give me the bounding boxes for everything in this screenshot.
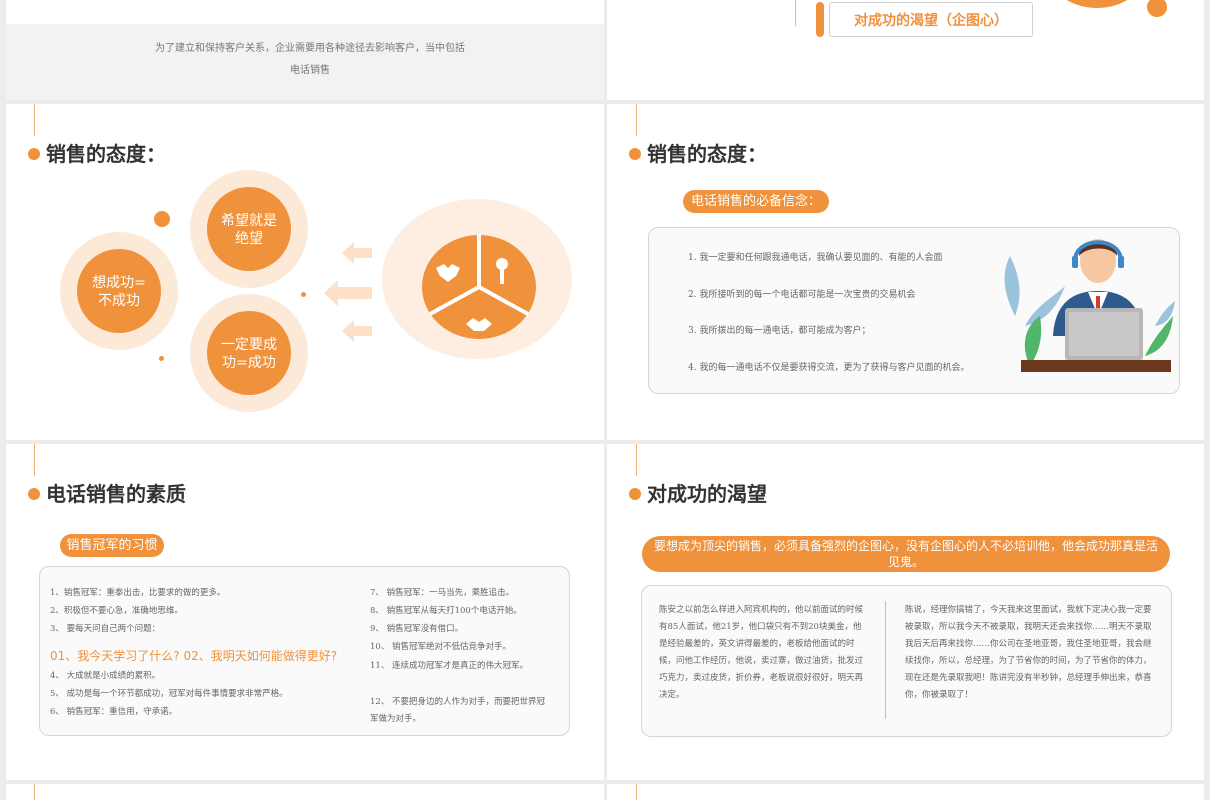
bullet-dot bbox=[28, 487, 40, 500]
deco-small-circle bbox=[1147, 0, 1167, 17]
circle-top-text: 希望就是 绝望 bbox=[221, 213, 277, 247]
bullet-dot bbox=[28, 147, 40, 160]
story-right-text: 陈说，经理你搞错了，今天我来这里面试，我就下定决心我一定要被录取，所以我今天不被… bbox=[905, 605, 1152, 700]
habit-item: 6、 销售冠军：重信用，守承诺。 bbox=[50, 707, 178, 717]
slide-caption: 为了建立和保持客户关系，企业需要用各种途径去影响客户，当中包括电话销售 bbox=[155, 43, 465, 76]
belief-item: 2. 我所接听到的每一个电话都可能是一次宝贵的交易机会 bbox=[688, 290, 916, 300]
section-title-text: 对成功的渴望 bbox=[647, 482, 767, 506]
section-title: 销售的态度： bbox=[28, 138, 166, 167]
call-center-agent-illustration bbox=[1004, 239, 1175, 372]
bullet-dot bbox=[629, 147, 641, 160]
circle-left-text: 想成功= 不成功 bbox=[92, 275, 146, 309]
habit-item: 9、 销售冠军没有借口。 bbox=[370, 624, 464, 634]
habit-item: 11、 连续成功冠军才是真正的伟大冠军。 bbox=[370, 661, 529, 671]
story-left-text: 陈安之以前怎么样进入阿宾机构的，他以前面试的时候有85人面试，他21岁，他口袋只… bbox=[659, 605, 864, 700]
habit-pill: 销售冠军的习惯 bbox=[60, 534, 164, 557]
section-title: 电话销售的素质 bbox=[28, 478, 186, 507]
section-title-text: 电话销售的素质 bbox=[46, 482, 186, 506]
bullet-dot bbox=[629, 487, 641, 500]
slide-desire: 对成功的渴望 要想成为顶尖的销售，必须具备强烈的企图心，没有企图心的人不必培训他… bbox=[607, 444, 1204, 780]
slide-bottom-left bbox=[6, 784, 604, 800]
handshake-icon bbox=[436, 264, 460, 282]
vline-decor bbox=[636, 444, 637, 476]
handshake-icon bbox=[466, 318, 492, 331]
tool-icon bbox=[496, 258, 508, 284]
habit-item: 8、 销售冠军从每天打100个电话开始。 bbox=[370, 606, 522, 616]
belief-pill: 电话销售的必备信念： bbox=[683, 190, 829, 213]
habit-highlight: 01、我今天学习了什么? 02、我明天如何能做得更好? bbox=[50, 649, 338, 663]
habit-item: 1、销售冠军：重拳出击，比要求的做的更多。 bbox=[50, 588, 226, 598]
section-title: 销售的态度： bbox=[629, 138, 767, 167]
habit-item: 7、 销售冠军：一马当先，乘胜追击。 bbox=[370, 588, 515, 598]
slide-attitude-left: 销售的态度： 想成功= 不成功 希望就是 绝望 一定要成 功=成功 bbox=[6, 104, 604, 440]
habit-item: 3、 要每天问自己两个问题： bbox=[50, 624, 161, 634]
desire-banner-text: 要想成为顶尖的销售，必须具备强烈的企图心，没有企图心的人不必培训他，他会成功那真… bbox=[653, 539, 1158, 569]
belief-item: 4. 我的每一通电话不仅是要获得交流，更为了获得与客户见面的机会。 bbox=[688, 363, 970, 373]
circle-bottom-text: 一定要成 功=成功 bbox=[221, 337, 277, 371]
belief-item: 1. 我一定要和任何跟我通电话，我确认要见面的、有能的人会面 bbox=[688, 253, 943, 263]
label-accent-bar bbox=[816, 2, 824, 37]
habit-item: 2、积极但不要心急，准确地思维。 bbox=[50, 606, 183, 616]
habit-item: 12、 不要把身边的人作为对手，而要把世界冠军做为对手。 bbox=[370, 697, 546, 724]
vline-decor bbox=[636, 784, 637, 800]
vline-decor bbox=[34, 444, 35, 476]
deco-big-circle bbox=[1047, 0, 1147, 8]
arrow-icon bbox=[342, 242, 372, 264]
slide-bottom-right bbox=[607, 784, 1204, 800]
slide-quality: 电话销售的素质 销售冠军的习惯 1、销售冠军：重拳出击，比要求的做的更多。 2、… bbox=[6, 444, 604, 780]
vline-decor bbox=[795, 0, 796, 26]
vline-decor bbox=[34, 104, 35, 136]
deco-dot bbox=[154, 211, 170, 227]
arrow-icon bbox=[324, 280, 372, 306]
label-text: 对成功的渴望（企图心） bbox=[854, 13, 1008, 29]
slide-top-left: 为了建立和保持客户关系，企业需要用各种途径去影响客户，当中包括电话销售 bbox=[6, 0, 604, 100]
deco-dot bbox=[159, 356, 164, 361]
section-title-text: 销售的态度： bbox=[647, 142, 767, 166]
habit-item: 4、 大成就是小成绩的累积。 bbox=[50, 671, 161, 681]
section-title-text: 销售的态度： bbox=[46, 142, 166, 166]
habit-item: 5、 成功是每一个环节都成功，冠军对每件事情要求非常严格。 bbox=[50, 689, 288, 699]
slide-attitude-right: 销售的态度： 电话销售的必备信念： 1. 我一定要和任何跟我通电话，我确认要见面… bbox=[607, 104, 1204, 440]
section-title: 对成功的渴望 bbox=[629, 478, 767, 507]
story-divider bbox=[885, 601, 886, 719]
vline-decor bbox=[636, 104, 637, 136]
belief-item: 3. 我所拨出的每一通电话，都可能成为客户； bbox=[688, 326, 871, 336]
deco-dot bbox=[301, 292, 306, 297]
arrow-icon bbox=[342, 320, 372, 342]
vline-decor bbox=[34, 784, 35, 800]
habit-item: 10、 销售冠军绝对不低估竞争对手。 bbox=[370, 642, 512, 652]
slide-top-right: 对成功的渴望（企图心） bbox=[607, 0, 1204, 100]
